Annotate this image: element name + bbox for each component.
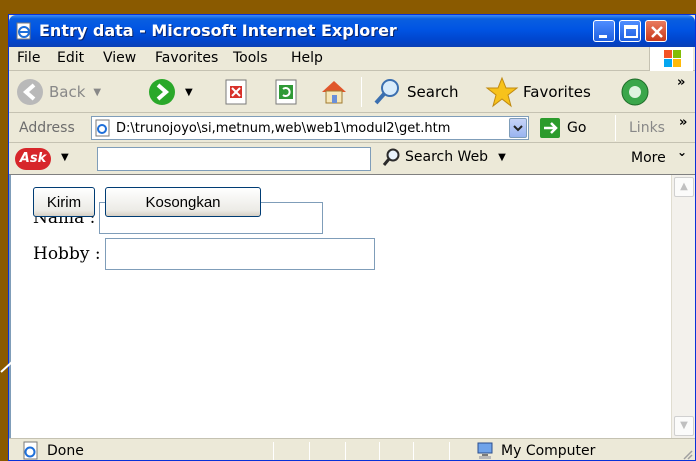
ask-logo[interactable]: Ask: [15, 148, 51, 170]
menu-help[interactable]: Help: [291, 50, 323, 66]
search-web-dropdown-icon[interactable]: ▼: [498, 152, 506, 163]
address-separator: [615, 115, 616, 141]
address-dropdown-button[interactable]: [509, 118, 527, 138]
toolbar-separator: [361, 77, 362, 107]
close-button[interactable]: [645, 20, 667, 42]
back-button[interactable]: Back ▼: [15, 76, 101, 108]
favorites-label: Favorites: [523, 83, 591, 101]
forward-arrow-icon: [149, 79, 175, 105]
chevron-down-icon: [513, 125, 523, 132]
ask-search-input[interactable]: [97, 147, 371, 171]
menu-edit[interactable]: Edit: [57, 50, 84, 66]
back-arrow-icon: [17, 79, 43, 105]
back-label: Back: [49, 83, 86, 101]
minimize-icon: [599, 35, 607, 38]
links-overflow-icon[interactable]: »: [679, 115, 687, 130]
status-divider: [273, 442, 274, 460]
media-icon: [621, 78, 649, 106]
address-field[interactable]: D:\trunojoyo\si,metnum,web\web1\modul2\g…: [91, 116, 529, 140]
more-chevron-icon[interactable]: ⌄: [677, 145, 687, 159]
maximize-button[interactable]: [619, 20, 641, 42]
scroll-down-button[interactable]: ▼: [674, 416, 694, 436]
search-button[interactable]: Search: [371, 76, 459, 108]
kirim-button[interactable]: Kirim: [33, 187, 95, 217]
home-button[interactable]: [319, 76, 349, 108]
home-icon: [322, 81, 346, 104]
status-text: Done: [47, 443, 84, 459]
refresh-button[interactable]: [273, 76, 301, 108]
window-title: Entry data - Microsoft Internet Explorer: [39, 21, 397, 40]
hobby-label: Hobby :: [33, 244, 101, 264]
standard-toolbar: Back ▼ ▼ Search Favorites »: [9, 71, 695, 113]
menu-file[interactable]: File: [17, 50, 40, 66]
menu-view[interactable]: View: [103, 50, 136, 66]
zone-label: My Computer: [501, 443, 596, 459]
done-page-icon: [23, 441, 38, 460]
windows-logo: [649, 47, 693, 71]
close-icon: [651, 26, 663, 38]
computer-icon: [477, 442, 493, 459]
more-button[interactable]: More: [631, 150, 666, 166]
maximize-icon: [624, 25, 638, 38]
search-magnifier-icon: [374, 79, 399, 105]
back-dropdown-icon[interactable]: ▼: [93, 87, 101, 98]
page-icon: [95, 119, 110, 137]
search-web-label: Search Web: [405, 149, 489, 165]
media-button[interactable]: [619, 76, 651, 108]
links-label[interactable]: Links: [629, 120, 665, 136]
ask-dropdown-icon[interactable]: ▼: [61, 152, 69, 163]
security-zone[interactable]: My Computer: [475, 441, 596, 460]
go-label: Go: [567, 120, 587, 136]
favorites-star-icon: [485, 76, 519, 108]
hobby-row: Hobby :: [33, 238, 375, 270]
forward-dropdown-icon[interactable]: ▼: [185, 87, 193, 98]
title-bar[interactable]: Entry data - Microsoft Internet Explorer: [9, 15, 695, 47]
browser-window: Entry data - Microsoft Internet Explorer…: [8, 14, 696, 461]
refresh-icon: [275, 79, 297, 105]
stop-icon: [225, 79, 247, 105]
ask-toolbar: Ask ▼ Search Web ▼ More ⌄: [9, 143, 695, 175]
search-web-button[interactable]: Search Web ▼: [381, 147, 506, 167]
go-arrow-icon: [540, 118, 560, 138]
windows-flag-icon: [664, 50, 681, 67]
stop-button[interactable]: [223, 76, 251, 108]
go-button[interactable]: Go: [539, 117, 586, 139]
mouse-cursor-icon: [0, 361, 13, 400]
menu-favorites[interactable]: Favorites: [155, 50, 218, 66]
status-divider: [449, 442, 450, 460]
resize-grip-icon[interactable]: [681, 448, 693, 460]
address-url[interactable]: D:\trunojoyo\si,metnum,web\web1\modul2\g…: [116, 121, 496, 136]
favorites-button[interactable]: Favorites: [485, 76, 591, 108]
scroll-up-button[interactable]: ▲: [674, 177, 694, 197]
toolbar-overflow-icon[interactable]: »: [677, 75, 685, 90]
status-bar: Done My Computer: [9, 438, 695, 460]
search-label: Search: [407, 83, 459, 101]
status-divider: [309, 442, 310, 460]
vertical-scrollbar[interactable]: ▲ ▼: [671, 175, 695, 438]
status-divider: [413, 442, 414, 460]
forward-button[interactable]: ▼: [147, 76, 193, 108]
menu-bar: File Edit View Favorites Tools Help: [9, 47, 695, 71]
hobby-input[interactable]: [104, 238, 375, 270]
minimize-button[interactable]: [593, 20, 615, 42]
status-divider: [379, 442, 380, 460]
menu-tools[interactable]: Tools: [233, 50, 268, 66]
address-bar: Address D:\trunojoyo\si,metnum,web\web1\…: [9, 113, 695, 143]
kosongkan-button[interactable]: Kosongkan: [105, 187, 261, 217]
address-label: Address: [19, 120, 75, 136]
status-divider: [345, 442, 346, 460]
search-icon: [382, 148, 400, 166]
ie-page-icon: [16, 22, 31, 40]
